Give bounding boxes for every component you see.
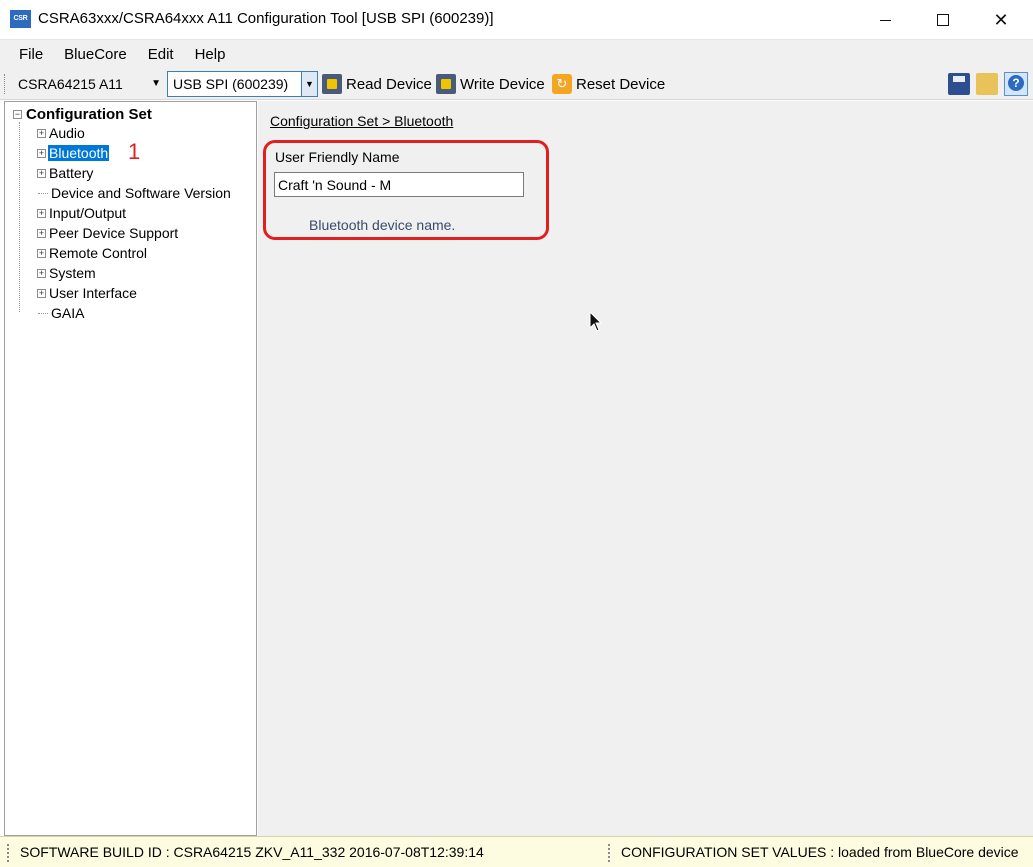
reset-icon: ↻ (552, 74, 572, 94)
tree-leaf-connector (38, 312, 48, 314)
close-button[interactable]: ✕ (972, 0, 1030, 40)
chip-select-value: CSRA64215 A11 (18, 76, 123, 92)
dropdown-arrow-icon: ▼ (151, 78, 161, 89)
status-grip (608, 844, 610, 862)
tree-item-user-interface[interactable]: + User Interface (37, 283, 138, 303)
tree-item-peer-device-support[interactable]: + Peer Device Support (37, 223, 179, 243)
help-icon[interactable] (1004, 72, 1028, 96)
menu-help[interactable]: Help (188, 46, 233, 63)
tree-item-label: GAIA (51, 305, 85, 321)
write-device-icon (436, 74, 456, 94)
expand-icon[interactable]: + (37, 148, 46, 158)
status-bar: SOFTWARE BUILD ID : CSRA64215 ZKV_A11_33… (0, 836, 1033, 867)
minimize-button[interactable] (856, 0, 914, 40)
maximize-icon (937, 14, 949, 26)
tree-item-system[interactable]: + System (37, 263, 97, 283)
tree-item-device-software-version[interactable]: Device and Software Version (37, 183, 232, 203)
expand-icon[interactable]: + (37, 128, 46, 138)
reset-device-button[interactable]: ↻ Reset Device (552, 72, 665, 96)
tree-item-bluetooth[interactable]: + Bluetooth (37, 143, 110, 163)
read-device-icon (322, 74, 342, 94)
write-device-button[interactable]: Write Device (436, 72, 545, 96)
chip-select[interactable]: CSRA64215 A11 ▼ (11, 72, 165, 96)
expand-icon[interactable]: + (37, 208, 46, 218)
port-select[interactable]: USB SPI (600239) ▼ (167, 71, 318, 97)
software-build-id: SOFTWARE BUILD ID : CSRA64215 ZKV_A11_33… (20, 844, 484, 860)
window-title: CSRA63xxx/CSRA64xxx A11 Configuration To… (38, 10, 494, 27)
tree-root-label: Configuration Set (26, 105, 152, 123)
tree-item-label: User Interface (49, 285, 137, 301)
tree-item-label: Bluetooth (48, 145, 110, 161)
tree-item-label: Peer Device Support (49, 225, 179, 241)
tree-item-label: Input/Output (49, 205, 127, 221)
configuration-set-status: CONFIGURATION SET VALUES : loaded from B… (621, 844, 1019, 860)
tree-item-label: Device and Software Version (51, 185, 231, 201)
tree-item-label: Remote Control (49, 245, 148, 261)
menu-edit[interactable]: Edit (141, 46, 181, 63)
expand-icon[interactable]: + (37, 168, 46, 178)
tree-item-label: Battery (49, 165, 94, 181)
collapse-icon[interactable]: − (13, 109, 22, 119)
mouse-cursor-icon (589, 311, 603, 332)
breadcrumb[interactable]: Configuration Set > Bluetooth (270, 113, 453, 129)
tree-root-configuration-set[interactable]: − Configuration Set (13, 105, 152, 123)
tree-item-audio[interactable]: + Audio (37, 123, 86, 143)
read-device-button[interactable]: Read Device (322, 72, 432, 96)
menu-bar: File BlueCore Edit Help (0, 40, 1033, 68)
toolbar: CSRA64215 A11 ▼ USB SPI (600239) ▼ Read … (0, 68, 1033, 100)
tree-item-label: System (49, 265, 96, 281)
expand-icon[interactable]: + (37, 248, 46, 258)
tree-connector-line (19, 122, 20, 312)
tree-item-input-output[interactable]: + Input/Output (37, 203, 127, 223)
dropdown-arrow-icon[interactable]: ▼ (301, 72, 317, 96)
close-icon: ✕ (993, 9, 1009, 30)
title-bar: CSR CSRA63xxx/CSRA64xxx A11 Configuratio… (0, 0, 1033, 40)
tree-item-gaia[interactable]: GAIA (37, 303, 85, 323)
expand-icon[interactable]: + (37, 288, 46, 298)
menu-bluecore[interactable]: BlueCore (57, 46, 134, 63)
write-device-label: Write Device (460, 75, 545, 93)
tree-item-label: Audio (49, 125, 85, 141)
user-friendly-name-input[interactable] (274, 172, 524, 197)
field-description: Bluetooth device name. (309, 217, 456, 233)
reset-device-label: Reset Device (576, 75, 666, 93)
tree-leaf-connector (38, 192, 48, 194)
field-label: User Friendly Name (275, 149, 400, 165)
toolbar-grip[interactable] (4, 74, 7, 94)
status-grip (7, 844, 9, 862)
app-icon: CSR (10, 10, 31, 28)
content-panel: Configuration Set > Bluetooth User Frien… (258, 101, 1033, 836)
read-device-label: Read Device (346, 75, 432, 93)
tree-item-remote-control[interactable]: + Remote Control (37, 243, 148, 263)
open-folder-icon[interactable] (976, 73, 998, 95)
annotation-number: 1 (128, 139, 141, 164)
expand-icon[interactable]: + (37, 268, 46, 278)
port-select-value: USB SPI (600239) (173, 76, 289, 92)
expand-icon[interactable]: + (37, 228, 46, 238)
configuration-tree: − Configuration Set + Audio + Bluetooth … (4, 101, 257, 836)
minimize-icon (879, 19, 891, 21)
tree-item-battery[interactable]: + Battery (37, 163, 94, 183)
maximize-button[interactable] (914, 0, 972, 40)
save-icon[interactable] (948, 73, 970, 95)
menu-file[interactable]: File (12, 46, 50, 63)
